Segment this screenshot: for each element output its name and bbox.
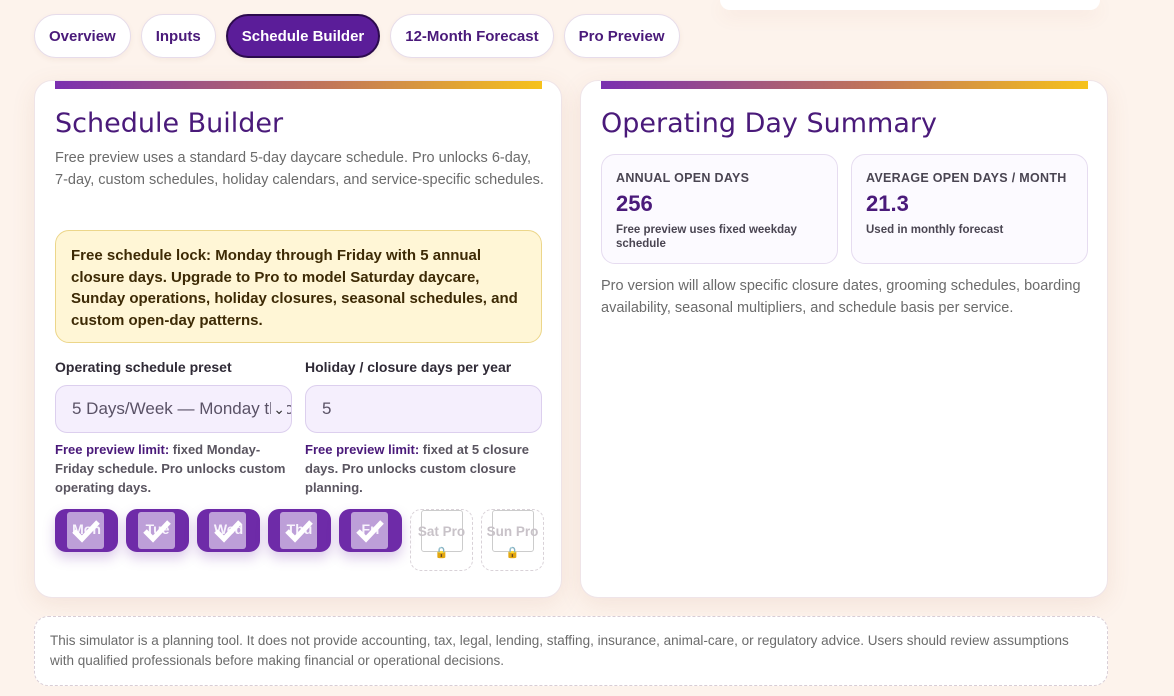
stat-caption: AVERAGE OPEN DAYS / MONTH bbox=[866, 171, 1067, 185]
stat-subtext: Free preview uses fixed weekday schedule bbox=[616, 224, 797, 250]
summary-pro-note: Pro version will allow specific closure … bbox=[601, 278, 1081, 316]
preset-label: Operating schedule preset bbox=[55, 359, 232, 375]
stat-average-open-days-month: AVERAGE OPEN DAYS / MONTH 21.3 Used in m… bbox=[851, 154, 1088, 264]
tab-bar: Overview Inputs Schedule Builder 12-Mont… bbox=[34, 14, 680, 58]
check-icon bbox=[138, 512, 175, 549]
day-label: Sat Pro 🔒 bbox=[411, 522, 472, 563]
schedule-builder-card: Schedule Builder Free preview uses a sta… bbox=[34, 80, 562, 598]
tab-overview[interactable]: Overview bbox=[34, 14, 131, 58]
check-icon bbox=[209, 512, 246, 549]
schedule-description: Free preview uses a standard 5-day dayca… bbox=[55, 150, 544, 188]
stat-annual-open-days: ANNUAL OPEN DAYS 256 Free preview uses f… bbox=[601, 154, 838, 264]
schedule-builder-title: Schedule Builder bbox=[55, 108, 284, 139]
holiday-days-value: 5 bbox=[322, 399, 332, 418]
holiday-label: Holiday / closure days per year bbox=[305, 359, 512, 375]
day-toggle-wed[interactable]: Wed bbox=[197, 509, 260, 552]
tab-schedule-builder[interactable]: Schedule Builder bbox=[225, 14, 381, 58]
holiday-note-strong: Free preview limit: bbox=[305, 442, 420, 457]
chevron-down-icon: ⌄ bbox=[271, 401, 287, 418]
lock-icon: 🔒 bbox=[505, 547, 520, 559]
lock-icon: 🔒 bbox=[434, 547, 449, 559]
stat-subtext: Used in monthly forecast bbox=[866, 224, 1004, 236]
schedule-preset-value: 5 Days/Week — Monday through Friday bbox=[72, 399, 291, 418]
day-label-text: Sat Pro bbox=[417, 524, 466, 539]
check-icon bbox=[351, 512, 388, 549]
operating-day-summary-card: Operating Day Summary ANNUAL OPEN DAYS 2… bbox=[580, 80, 1108, 598]
day-toggle-sun-locked[interactable]: Sun Pro 🔒 bbox=[481, 509, 544, 571]
stat-value: 21.3 bbox=[866, 191, 909, 216]
card-accent-bar bbox=[55, 81, 542, 89]
day-toggle-tue[interactable]: Tue bbox=[126, 509, 189, 552]
tab-pro-preview[interactable]: Pro Preview bbox=[563, 14, 680, 58]
preset-note-strong: Free preview limit: bbox=[55, 442, 170, 457]
day-label-text: Sun Pro bbox=[486, 524, 539, 539]
check-icon bbox=[67, 512, 104, 549]
day-toggle-fri[interactable]: Fri bbox=[339, 509, 402, 552]
day-toggle-mon[interactable]: Mon bbox=[55, 509, 118, 552]
preset-limit-note: Free preview limit: fixed Monday-Friday … bbox=[55, 440, 292, 497]
stat-value: 256 bbox=[616, 191, 653, 216]
tab-inputs[interactable]: Inputs bbox=[140, 14, 216, 58]
day-toggle-thu[interactable]: Thu bbox=[268, 509, 331, 552]
summary-title: Operating Day Summary bbox=[601, 108, 937, 139]
schedule-lock-notice: Free schedule lock: Monday through Frida… bbox=[55, 230, 542, 343]
day-label: Sun Pro 🔒 bbox=[482, 522, 543, 563]
holiday-limit-note: Free preview limit: fixed at 5 closure d… bbox=[305, 440, 542, 497]
schedule-preset-select[interactable]: 5 Days/Week — Monday through Friday ⌄ bbox=[55, 385, 292, 433]
card-accent-bar bbox=[601, 81, 1088, 89]
day-toggle-sat-locked[interactable]: Sat Pro 🔒 bbox=[410, 509, 473, 571]
stat-caption: ANNUAL OPEN DAYS bbox=[616, 171, 750, 185]
tab-12-month-forecast[interactable]: 12-Month Forecast bbox=[390, 14, 554, 58]
day-toggle-group: Mon Tue Wed Thu Fri Sat Pro 🔒 Sun Pro 🔒 bbox=[55, 509, 552, 571]
disclaimer: This simulator is a planning tool. It do… bbox=[34, 616, 1108, 686]
top-panel-edge bbox=[720, 0, 1100, 10]
check-icon bbox=[280, 512, 317, 549]
holiday-days-input[interactable]: 5 bbox=[305, 385, 542, 433]
